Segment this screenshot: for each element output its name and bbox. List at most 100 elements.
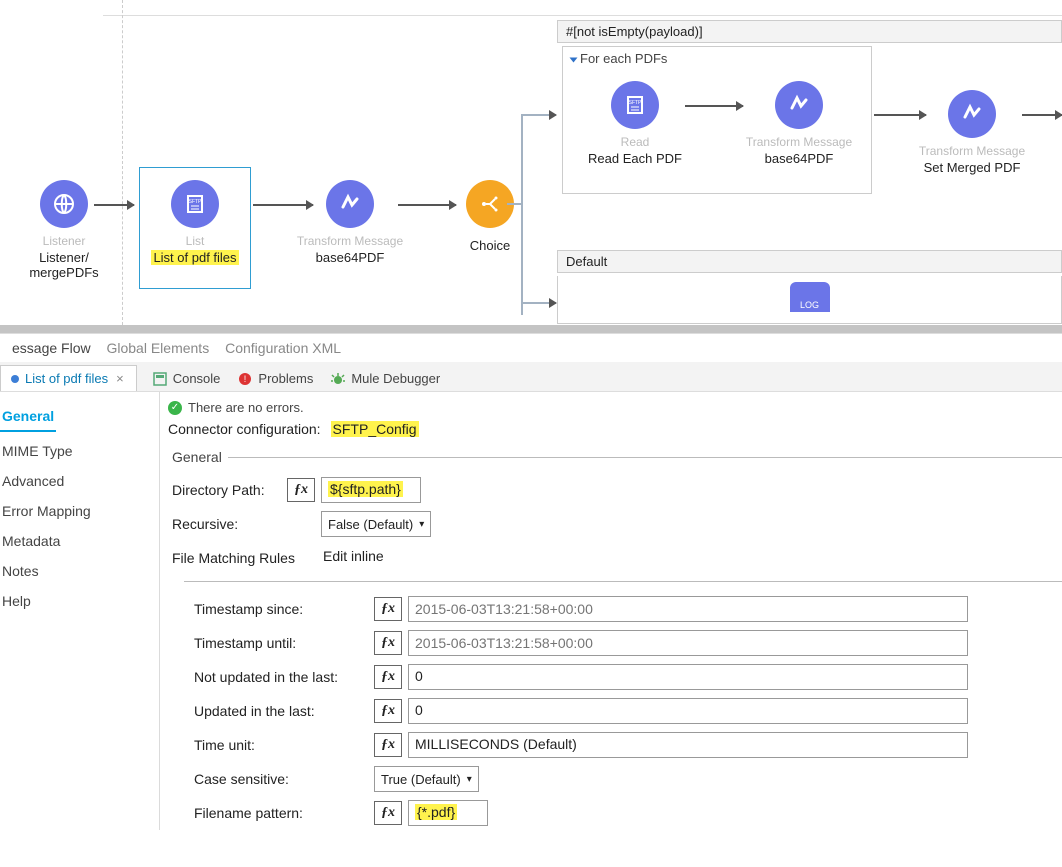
- svg-text:!: !: [244, 374, 247, 384]
- arrow: [521, 302, 556, 304]
- ts-since-input[interactable]: [408, 596, 968, 622]
- flow-list[interactable]: SFTP List List of pdf files: [145, 180, 245, 265]
- debugger-tab[interactable]: Mule Debugger: [331, 371, 440, 386]
- properties-panel: General MIME Type Advanced Error Mapping…: [0, 392, 1062, 830]
- tab-message-flow[interactable]: essage Flow: [12, 340, 91, 356]
- choice-default[interactable]: Default: [557, 250, 1062, 273]
- dot-icon: [11, 375, 19, 383]
- flow-transform-2[interactable]: Transform Message Set Merged PDF: [902, 90, 1042, 175]
- problems-tab[interactable]: ! Problems: [238, 371, 313, 386]
- case-label: Case sensitive:: [194, 771, 374, 787]
- fx-button[interactable]: ƒx: [374, 665, 402, 689]
- h-scrollbar[interactable]: [0, 325, 1062, 333]
- ts-since-label: Timestamp since:: [194, 601, 374, 617]
- case-select[interactable]: True (Default)▾: [374, 766, 479, 792]
- tab-config-xml[interactable]: Configuration XML: [225, 340, 341, 356]
- chevron-down-icon: ▾: [467, 774, 472, 785]
- node-label: base64PDF: [290, 250, 410, 265]
- upd-label: Updated in the last:: [194, 703, 374, 719]
- default-scope[interactable]: LOG: [557, 276, 1062, 324]
- pattern-input[interactable]: {*.pdf}: [408, 800, 488, 826]
- notupd-input[interactable]: 0: [408, 664, 968, 690]
- scope-header: For each PDFs: [563, 47, 871, 70]
- close-icon[interactable]: ×: [114, 371, 126, 386]
- nav-general[interactable]: General: [0, 402, 56, 432]
- arrow: [521, 114, 556, 116]
- validation-status: ✓ There are no errors.: [160, 396, 1062, 419]
- nav-errormap[interactable]: Error Mapping: [0, 496, 159, 526]
- ts-until-input[interactable]: [408, 630, 968, 656]
- properties-nav: General MIME Type Advanced Error Mapping…: [0, 392, 160, 830]
- arrow: [1022, 114, 1062, 116]
- node-type: Listener: [14, 234, 114, 248]
- tab-global-elements[interactable]: Global Elements: [106, 340, 209, 356]
- flow-transform-1[interactable]: Transform Message base64PDF: [290, 180, 410, 265]
- dirpath-label: Directory Path:: [172, 482, 287, 498]
- node-type: Transform Message: [290, 234, 410, 248]
- fmr-mode[interactable]: Edit inline: [317, 545, 390, 571]
- node-label: List of pdf files: [145, 250, 245, 265]
- recursive-label: Recursive:: [172, 516, 287, 532]
- chevron-down-icon: ▾: [419, 519, 424, 530]
- connector-cfg-label: Connector configuration:: [168, 421, 321, 437]
- ts-until-label: Timestamp until:: [194, 635, 374, 651]
- node-type: Transform Message: [729, 135, 869, 149]
- properties-tab[interactable]: List of pdf files ×: [0, 365, 137, 391]
- upd-input[interactable]: 0: [408, 698, 968, 724]
- nav-help[interactable]: Help: [0, 586, 159, 616]
- dirpath-input[interactable]: ${sftp.path}: [321, 477, 421, 503]
- fx-button[interactable]: ƒx: [374, 733, 402, 757]
- flow-canvas[interactable]: Listener Listener/ mergePDFs SFTP List L…: [0, 0, 1062, 325]
- globe-icon: [40, 180, 88, 228]
- nav-notes[interactable]: Notes: [0, 556, 159, 586]
- check-icon: ✓: [168, 401, 182, 415]
- node-label: Listener/ mergePDFs: [14, 250, 114, 280]
- recursive-select[interactable]: False (Default)▾: [321, 511, 431, 537]
- node-label: Set Merged PDF: [902, 160, 1042, 175]
- svg-text:SFTP: SFTP: [189, 199, 202, 205]
- flow-choice[interactable]: Choice: [455, 180, 525, 253]
- fx-button[interactable]: ƒx: [287, 478, 315, 502]
- choice-condition[interactable]: #[not isEmpty(payload)]: [557, 20, 1062, 43]
- general-group: General Directory Path: ƒx ${sftp.path} …: [172, 449, 1062, 830]
- logger-icon[interactable]: LOG: [790, 282, 830, 312]
- nav-metadata[interactable]: Metadata: [0, 526, 159, 556]
- transform-icon: [326, 180, 374, 228]
- flow-transform-foreach[interactable]: Transform Message base64PDF: [729, 81, 869, 166]
- sftp-icon: SFTP: [171, 180, 219, 228]
- console-icon: [153, 372, 167, 386]
- connector-cfg-value[interactable]: SFTP_Config: [331, 421, 419, 437]
- fx-button[interactable]: ƒx: [374, 597, 402, 621]
- foreach-scope[interactable]: For each PDFs SFTP Read Read Each PDF Tr…: [562, 46, 872, 194]
- tab-title: List of pdf files: [25, 371, 108, 386]
- unit-input[interactable]: MILLISECONDS (Default): [408, 732, 968, 758]
- pattern-label: Filename pattern:: [194, 805, 374, 821]
- node-label: Choice: [455, 238, 525, 253]
- fx-button[interactable]: ƒx: [374, 631, 402, 655]
- problems-icon: !: [238, 372, 252, 386]
- node-label: base64PDF: [729, 151, 869, 166]
- collapse-icon[interactable]: [570, 57, 578, 62]
- transform-icon: [948, 90, 996, 138]
- editor-tabs[interactable]: essage Flow Global Elements Configuratio…: [0, 333, 1062, 362]
- svg-text:SFTP: SFTP: [629, 100, 642, 106]
- node-type: Read: [575, 135, 695, 149]
- fx-button[interactable]: ƒx: [374, 801, 402, 825]
- fmr-label: File Matching Rules: [172, 550, 317, 566]
- node-type: Transform Message: [902, 144, 1042, 158]
- console-tab[interactable]: Console: [153, 371, 221, 386]
- canvas-guide: [103, 15, 1062, 16]
- fx-button[interactable]: ƒx: [374, 699, 402, 723]
- node-type: List: [145, 234, 245, 248]
- matching-rules: Timestamp since: ƒx Timestamp until: ƒx …: [184, 581, 1062, 830]
- views-tabbar: List of pdf files × Console ! Problems M…: [0, 362, 1062, 392]
- flow-read[interactable]: SFTP Read Read Each PDF: [575, 81, 695, 166]
- arrow: [94, 204, 134, 206]
- nav-mime[interactable]: MIME Type: [0, 436, 159, 466]
- nav-advanced[interactable]: Advanced: [0, 466, 159, 496]
- flow-listener[interactable]: Listener Listener/ mergePDFs: [14, 180, 114, 280]
- arrow: [398, 204, 456, 206]
- unit-label: Time unit:: [194, 737, 374, 753]
- choice-branch-h: [507, 203, 523, 205]
- notupd-label: Not updated in the last:: [194, 669, 374, 685]
